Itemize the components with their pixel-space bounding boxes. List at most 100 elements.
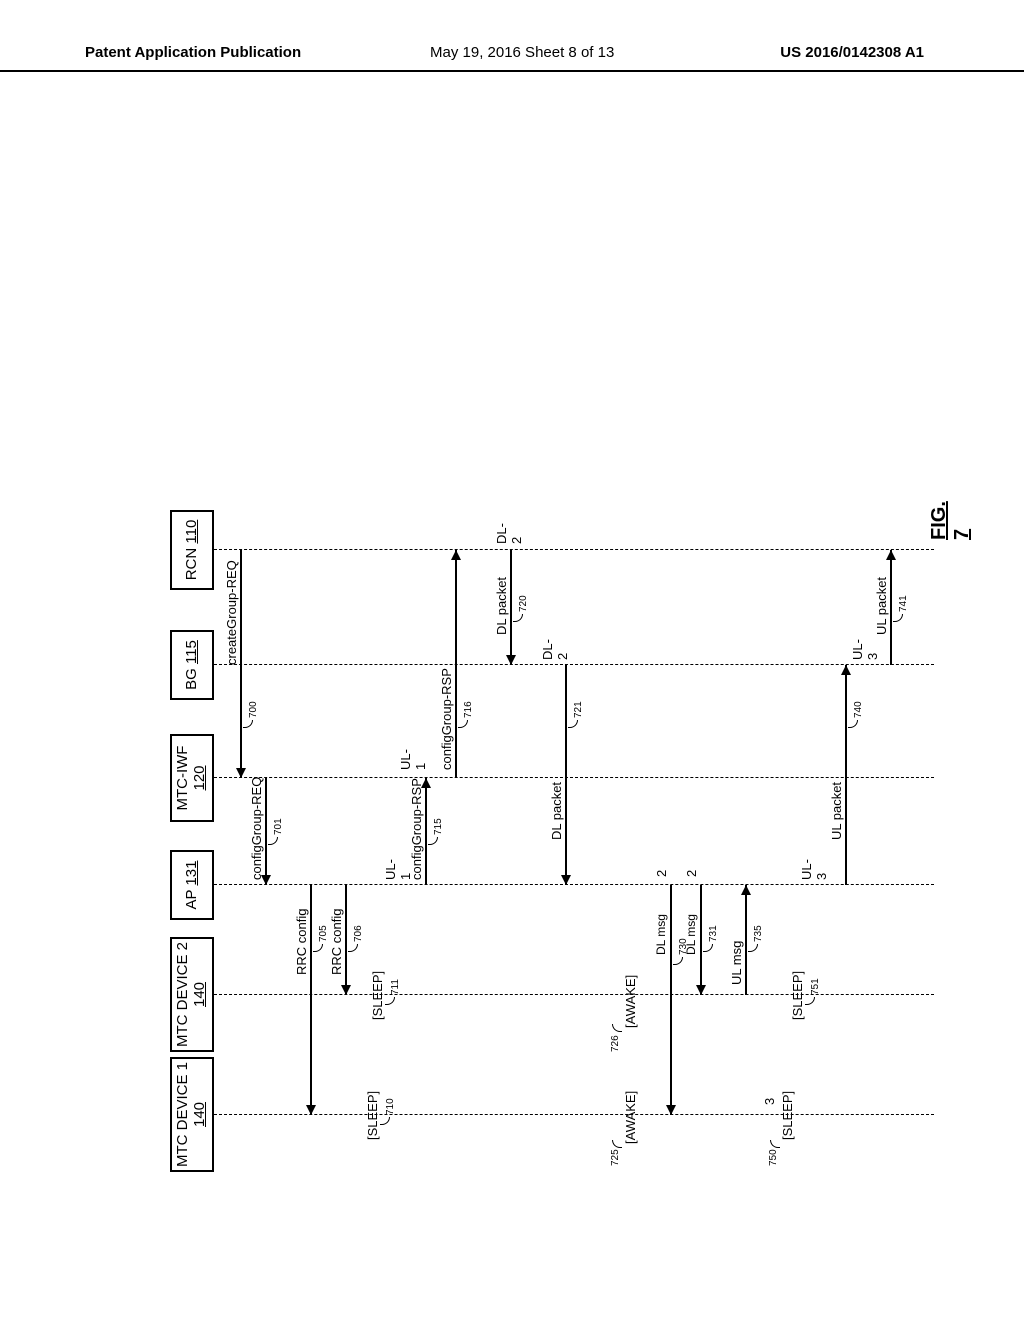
- label-dl-packet-2: DL packet: [549, 782, 564, 840]
- refarc-700: [243, 720, 253, 728]
- lifeline-line-mtc1: [214, 1114, 934, 1115]
- refarc-705: [313, 944, 323, 952]
- arrow-716: [451, 550, 461, 560]
- lifeline-rcn-title: RCN: [183, 544, 200, 581]
- header-center: May 19, 2016 Sheet 8 of 13: [430, 44, 614, 61]
- ref-726: 726: [610, 1035, 621, 1052]
- lifeline-ap-ref: 131: [183, 861, 200, 886]
- arrow-741: [886, 550, 896, 560]
- msg-dl-packet-2: [565, 665, 567, 885]
- label-three: 3: [762, 1098, 777, 1105]
- label-ul1b: UL-1: [398, 749, 428, 770]
- page-header: Patent Application Publication May 19, 2…: [0, 40, 1024, 72]
- refarc-720: [513, 614, 523, 622]
- lifeline-line-bg: [214, 664, 934, 665]
- lifeline-mtc2-ref: 140: [191, 982, 208, 1007]
- ref-705: 705: [318, 925, 329, 942]
- refarc-721: [568, 720, 578, 728]
- header-right: US 2016/0142308 A1: [780, 44, 924, 61]
- arrow-700: [236, 768, 246, 778]
- refarc-711: [385, 997, 395, 1005]
- label-two-a: 2: [654, 870, 669, 877]
- ref-731: 731: [708, 925, 719, 942]
- label-dl-msg-1: DL msg: [654, 914, 668, 955]
- figure-label-num: 7: [951, 529, 973, 540]
- figure-label: FIG. 7: [928, 501, 974, 540]
- label-ul-msg: UL msg: [729, 941, 744, 985]
- refarc-740: [848, 720, 858, 728]
- refarc-750: [770, 1140, 780, 1148]
- label-rrc-config-1: RRC config: [294, 909, 309, 975]
- arrow-735: [741, 885, 751, 895]
- ref-711: 711: [390, 979, 401, 995]
- ref-720: 720: [518, 595, 529, 612]
- lifeline-bg: BG 115: [170, 630, 214, 700]
- label-ul3a: UL-3: [799, 859, 829, 880]
- lifeline-mtc2-title: MTC DEVICE 2: [174, 942, 191, 1047]
- lifeline-line-rcn: [214, 549, 934, 550]
- lifeline-iwf-ref: 120: [191, 765, 208, 790]
- label-two-b: 2: [684, 870, 699, 877]
- msg-dl-msg-2: [700, 885, 702, 995]
- arrow-721: [561, 875, 571, 885]
- label-dl2b: DL-2: [540, 639, 570, 660]
- refarc-725: [612, 1140, 622, 1148]
- arrow-705: [306, 1105, 316, 1115]
- refarc-706: [348, 944, 358, 952]
- msg-config-group-rsp-1: [425, 778, 427, 885]
- arrow-731: [696, 985, 706, 995]
- state-sleep-mtc2: [SLEEP]: [370, 971, 385, 1020]
- ref-710: 710: [385, 1098, 396, 1115]
- refarc-730: [673, 957, 683, 965]
- ref-750: 750: [768, 1149, 779, 1166]
- ref-701: 701: [273, 818, 284, 835]
- label-dl2a: DL-2: [494, 523, 524, 544]
- msg-config-group-req: [265, 778, 267, 885]
- state-sleep-mtc2-2: [SLEEP]: [790, 971, 805, 1020]
- msg-ul-packet-2: [890, 550, 892, 665]
- msg-create-group-req: [240, 550, 242, 778]
- lifeline-iwf-title: MTC-IWF: [174, 746, 191, 811]
- lifeline-line-ap: [214, 884, 934, 885]
- arrow-740: [841, 665, 851, 675]
- state-awake-mtc2: [AWAKE]: [623, 975, 638, 1028]
- state-sleep-mtc1-2: [SLEEP]: [780, 1091, 795, 1140]
- lifeline-mtc1: MTC DEVICE 1 140: [170, 1057, 214, 1172]
- header-left: Patent Application Publication: [85, 44, 301, 61]
- lifeline-mtc1-title: MTC DEVICE 1: [174, 1062, 191, 1167]
- lifeline-bg-title: BG: [183, 664, 200, 690]
- page: Patent Application Publication May 19, 2…: [0, 0, 1024, 1320]
- arrow-720: [506, 655, 516, 665]
- ref-721: 721: [573, 701, 584, 718]
- refarc-731: [703, 944, 713, 952]
- refarc-716: [458, 720, 468, 728]
- ref-741: 741: [898, 595, 909, 612]
- label-ul-packet-2: UL packet: [874, 577, 889, 635]
- ref-751: 751: [810, 978, 821, 995]
- label-dl-msg-2: DL msg: [684, 914, 698, 955]
- lifeline-mtc1-ref: 140: [191, 1102, 208, 1127]
- label-config-group-rsp-2: configGroup-RSP: [439, 668, 454, 770]
- label-rrc-config-2: RRC config: [329, 909, 344, 975]
- lifeline-line-iwf: [214, 777, 934, 778]
- refarc-701: [268, 837, 278, 845]
- msg-dl-packet-1: [510, 550, 512, 665]
- state-sleep-mtc1: [SLEEP]: [365, 1091, 380, 1140]
- lifeline-rcn: RCN 110: [170, 510, 214, 590]
- refarc-741: [893, 614, 903, 622]
- label-ul-packet-1: UL packet: [829, 782, 844, 840]
- ref-716: 716: [463, 701, 474, 718]
- refarc-726: [612, 1024, 622, 1032]
- msg-config-group-rsp-2: [455, 550, 457, 778]
- ref-735: 735: [753, 925, 764, 942]
- ref-700: 700: [248, 701, 259, 718]
- lifeline-rcn-ref: 110: [183, 520, 200, 544]
- lifeline-bg-ref: 115: [183, 640, 200, 664]
- ref-725: 725: [610, 1149, 621, 1166]
- msg-ul-msg: [745, 885, 747, 995]
- refarc-735: [748, 944, 758, 952]
- lifeline-ap-title: AP: [183, 886, 200, 910]
- figure-label-prefix: FIG.: [928, 501, 950, 540]
- lifeline-line-mtc2: [214, 994, 934, 995]
- ref-715: 715: [433, 818, 444, 835]
